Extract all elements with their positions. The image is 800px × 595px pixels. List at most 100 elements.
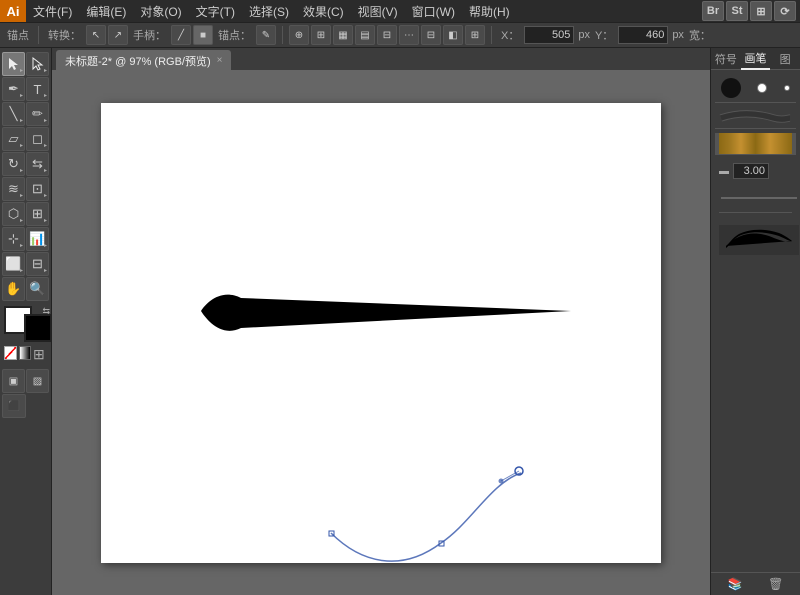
right-panel: 符号 画笔 图 ▬: [710, 48, 800, 595]
artboard-tool[interactable]: ⬜▸: [2, 252, 25, 276]
brush-preview-row: [715, 74, 796, 103]
tab-title: 未标题-2* @ 97% (RGB/预览): [65, 53, 211, 69]
tool-row-1: ▸ ▸: [2, 52, 49, 76]
toolbar-btn-11[interactable]: ⊞: [465, 25, 485, 45]
toolbar-btn-7[interactable]: ⊟: [377, 25, 397, 45]
tool-row-4: ▱▸ ◻▸: [2, 127, 49, 151]
none-color-icon[interactable]: [4, 346, 17, 360]
brush-list-item-texture[interactable]: [715, 133, 796, 155]
tool-row-2: ✒▸ T▸: [2, 77, 49, 101]
pencil-tool[interactable]: ✏▸: [26, 102, 49, 126]
toolbar-btn-3[interactable]: ⊕: [289, 25, 309, 45]
menu-effect[interactable]: 效果(C): [296, 0, 351, 22]
draw-normal-icon[interactable]: ▣: [2, 369, 25, 393]
select-tool[interactable]: ▸: [2, 52, 25, 76]
brush-size-input[interactable]: [733, 163, 769, 179]
x-label: X：: [498, 27, 522, 43]
menu-view[interactable]: 视图(V): [351, 0, 405, 22]
right-panel-tabs: 符号 画笔 图: [711, 48, 800, 70]
paint-bucket-tool[interactable]: ▱▸: [2, 127, 25, 151]
x-unit: px: [576, 29, 590, 41]
type-tool[interactable]: T▸: [26, 77, 49, 101]
x-input[interactable]: [524, 26, 574, 44]
screen-mode-btn[interactable]: ⬛: [2, 394, 26, 418]
toolbar: 锚点 转换： ↖ ↗ 手柄： ╱ ■ 锚点： ✎ ⊕ ⊞ ▦ ▤ ⊟ ⋯ ⊟ ◧…: [0, 22, 800, 48]
anchor-tool-btn[interactable]: ✎: [256, 25, 276, 45]
chart-tool[interactable]: 📊▸: [26, 227, 49, 251]
free-transform-tool[interactable]: ⊡▸: [26, 177, 49, 201]
brush-dot-large[interactable]: [721, 78, 741, 98]
toolbar-btn-8[interactable]: ⋯: [399, 25, 419, 45]
brush-size-icon: ▬: [719, 166, 729, 177]
tool-row-5: ↻▸ ⇆▸: [2, 152, 49, 176]
warp-tool[interactable]: ≋▸: [2, 177, 25, 201]
tab-symbol[interactable]: 符号: [711, 48, 741, 70]
menu-text[interactable]: 文字(T): [189, 0, 242, 22]
brush-stroke-svg: [201, 283, 581, 343]
tab-close-btn[interactable]: ×: [217, 55, 223, 66]
brush-large-preview: [719, 225, 799, 255]
anchor2-label: 锚点：: [215, 27, 254, 43]
menu-file[interactable]: 文件(F): [26, 0, 79, 22]
toolbar-btn-5[interactable]: ▦: [333, 25, 353, 45]
direct-select-tool[interactable]: ▸: [26, 52, 49, 76]
add-brush-icon[interactable]: 🗑: [768, 577, 783, 591]
pattern-icon[interactable]: ⊞: [33, 346, 47, 362]
brush-library-icon[interactable]: 📚: [728, 577, 743, 591]
rotate-tool[interactable]: ↻▸: [2, 152, 25, 176]
transform-btn-1[interactable]: ↖: [86, 25, 106, 45]
brush-dot-small[interactable]: [784, 85, 790, 91]
handle-btn-1[interactable]: ╱: [171, 25, 191, 45]
toolbar-btn-6[interactable]: ▤: [355, 25, 375, 45]
w-label: 宽：: [686, 27, 714, 43]
canvas-wrap[interactable]: [52, 70, 710, 595]
brush-list-item-1[interactable]: [715, 107, 796, 129]
tab-graphic[interactable]: 图: [770, 48, 800, 70]
stock-icon-btn[interactable]: St: [726, 1, 748, 21]
sync-icon-btn[interactable]: ⟳: [774, 1, 796, 21]
document-tab[interactable]: 未标题-2* @ 97% (RGB/预览) ×: [56, 50, 231, 70]
tool-row-7: ⬡▸ ⊞▸: [2, 202, 49, 226]
background-color[interactable]: [24, 314, 52, 342]
toolbar-btn-10[interactable]: ◧: [443, 25, 463, 45]
apps-icon-btn[interactable]: ⊞: [750, 1, 772, 21]
toolbar-btn-4[interactable]: ⊞: [311, 25, 331, 45]
slice-tool[interactable]: ⊟▸: [26, 252, 49, 276]
zoom-tool[interactable]: 🔍: [26, 277, 49, 301]
menu-help[interactable]: 帮助(H): [462, 0, 517, 22]
toolbar-sep-1: [38, 26, 39, 44]
menu-window[interactable]: 窗口(W): [405, 0, 462, 22]
brush-dot-medium[interactable]: [757, 83, 767, 93]
handle-btn-active[interactable]: ■: [193, 25, 213, 45]
toolbar-sep-2: [282, 26, 283, 44]
tab-brush[interactable]: 画笔: [741, 48, 771, 70]
mesh-tool[interactable]: ⊹▸: [2, 227, 25, 251]
gradient-icon[interactable]: [19, 346, 32, 360]
menu-object[interactable]: 对象(O): [133, 0, 188, 22]
hand-tool[interactable]: ✋: [2, 277, 25, 301]
toolbar-btn-9[interactable]: ⊟: [421, 25, 441, 45]
pen-tool[interactable]: ✒▸: [2, 77, 25, 101]
canvas-container: 未标题-2* @ 97% (RGB/预览) ×: [52, 48, 710, 595]
screen-mode-row: ⬛: [2, 394, 49, 418]
perspective-tool[interactable]: ⊞▸: [26, 202, 49, 226]
bridge-icon-btn[interactable]: Br: [702, 1, 724, 21]
color-mode-icons: ⊞: [4, 346, 47, 362]
app-logo: Ai: [0, 0, 26, 22]
menu-edit[interactable]: 编辑(E): [79, 0, 133, 22]
line-tool[interactable]: ╲▸: [2, 102, 25, 126]
y-label: Y：: [592, 27, 616, 43]
reflect-tool[interactable]: ⇆▸: [26, 152, 49, 176]
tool-row-8: ⊹▸ 📊▸: [2, 227, 49, 251]
tool-row-9: ⬜▸ ⊟▸: [2, 252, 49, 276]
eraser-tool[interactable]: ◻▸: [26, 127, 49, 151]
transform-btn-2[interactable]: ↗: [108, 25, 128, 45]
y-input[interactable]: [618, 26, 668, 44]
draw-behind-icon[interactable]: ▨: [26, 369, 49, 393]
transform-label: 转换：: [45, 27, 84, 43]
art-canvas[interactable]: [101, 103, 661, 563]
shape-builder-tool[interactable]: ⬡▸: [2, 202, 25, 226]
menu-select[interactable]: 选择(S): [242, 0, 296, 22]
brush-size-row: ▬: [715, 159, 796, 183]
handle-label: 手柄：: [130, 27, 169, 43]
